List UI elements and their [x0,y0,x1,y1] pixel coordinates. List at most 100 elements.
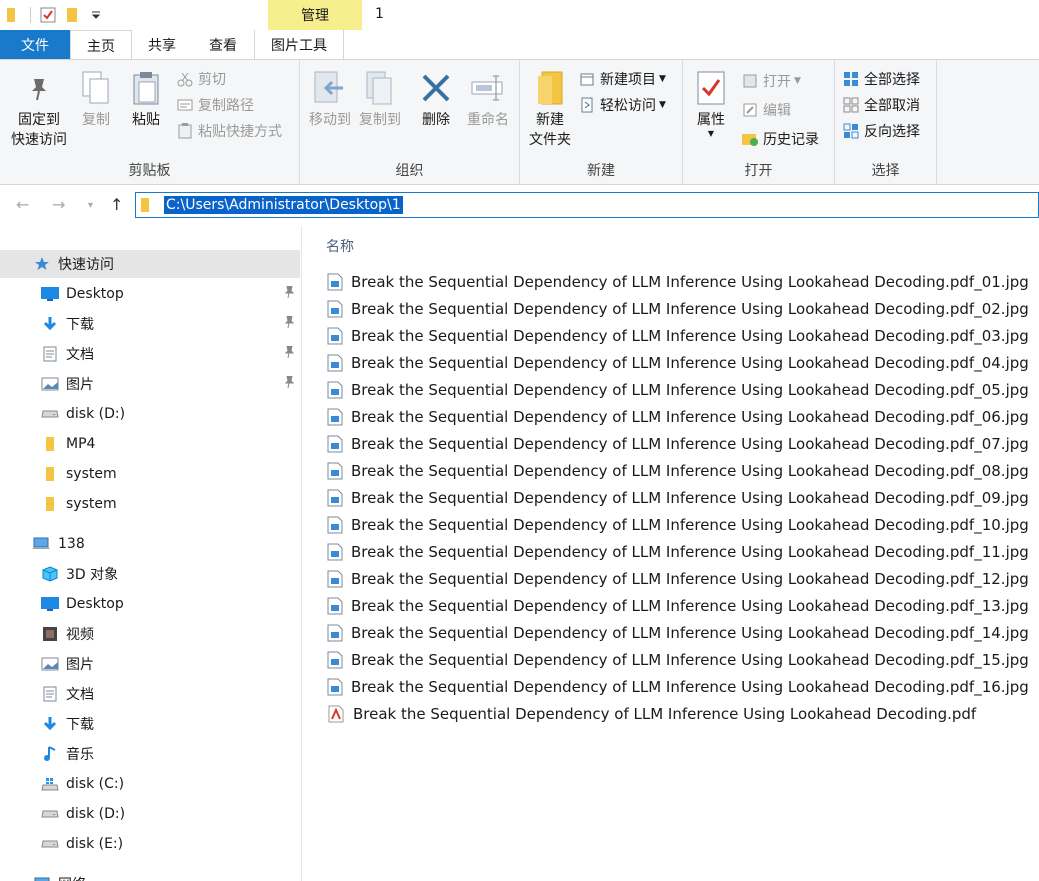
file-row[interactable]: Break the Sequential Dependency of LLM I… [327,592,1029,619]
recent-chevron-icon[interactable]: ▾ [88,200,93,211]
nav-item-downloads[interactable]: 下载 [0,710,300,738]
invert-selection-button[interactable]: 反向选择 [842,119,920,143]
file-row[interactable]: Break the Sequential Dependency of LLM I… [327,268,1029,295]
nav-item-documents[interactable]: 文档 [0,680,300,708]
pin-quick-access-button[interactable]: 固定到 快速访问 [6,68,72,150]
file-name: Break the Sequential Dependency of LLM I… [351,326,1029,345]
address-bar[interactable]: C:\Users\Administrator\Desktop\1 [135,192,1039,218]
file-row[interactable]: Break the Sequential Dependency of LLM I… [327,673,1029,700]
file-row[interactable]: Break the Sequential Dependency of LLM I… [327,511,1029,538]
nav-this-pc[interactable]: 138 [0,530,300,558]
copy-to-button[interactable]: 复制到 [354,68,406,130]
pin-icon[interactable] [284,315,295,332]
pin-icon[interactable] [284,285,295,302]
file-row[interactable]: Break the Sequential Dependency of LLM I… [327,538,1029,565]
nav-item-system[interactable]: system [0,460,300,488]
nav-item-label: 文档 [66,347,94,363]
up-arrow-icon[interactable]: ↑ [110,195,123,214]
pin-icon[interactable] [284,375,295,392]
nav-item-disk-c[interactable]: disk (C:) [0,770,300,798]
history-label: 历史记录 [763,132,819,148]
organize-group-label: 组织 [395,163,424,179]
tab-picture-tools[interactable]: 图片工具 [254,30,344,60]
image-file-icon [327,650,343,670]
nav-item-system[interactable]: system [0,490,300,518]
scissors-icon [176,70,194,88]
copy-icon [76,68,116,108]
cut-button[interactable]: 剪切 [176,67,226,91]
folder-icon[interactable] [0,4,22,26]
new-folder-button[interactable]: 新建 文件夹 [524,68,576,150]
nav-quick-access[interactable]: 快速访问 [0,250,300,278]
file-row[interactable]: Break the Sequential Dependency of LLM I… [327,403,1029,430]
select-none-button[interactable]: 全部取消 [842,93,920,117]
nav-item-downloads[interactable]: 下载 [0,310,300,338]
rename-label: 重命名 [467,112,509,128]
tab-view[interactable]: 查看 [192,30,254,60]
address-path-text[interactable]: C:\Users\Administrator\Desktop\1 [164,196,403,214]
nav-item-documents[interactable]: 文档 [0,340,300,368]
nav-item-videos[interactable]: 视频 [0,620,300,648]
open-button[interactable]: 打开 ▼ [741,69,801,93]
file-name: Break the Sequential Dependency of LLM I… [351,272,1029,291]
paste-shortcut-button[interactable]: 粘贴快捷方式 [176,119,282,143]
nav-item-pictures[interactable]: 图片 [0,650,300,678]
nav-network-label: 网络 [58,874,86,881]
move-to-button[interactable]: 移动到 [304,68,356,130]
file-row[interactable]: Break the Sequential Dependency of LLM I… [327,619,1029,646]
copy-path-button[interactable]: 复制路径 [176,93,254,117]
file-row[interactable]: Break the Sequential Dependency of LLM I… [327,349,1029,376]
customize-dropdown-icon[interactable] [85,4,107,26]
pin-icon[interactable] [284,345,295,362]
nav-item-mp4[interactable]: MP4 [0,430,300,458]
tab-home[interactable]: 主页 [70,30,132,60]
file-row[interactable]: Break the Sequential Dependency of LLM I… [327,484,1029,511]
image-file-icon [327,299,343,319]
column-header-name[interactable]: 名称 [326,236,354,256]
paste-button[interactable]: 粘贴 [126,68,166,130]
file-row[interactable]: Break the Sequential Dependency of LLM I… [327,565,1029,592]
properties-check-icon[interactable] [37,4,59,26]
nav-item-label: MP4 [66,436,96,452]
file-name: Break the Sequential Dependency of LLM I… [353,704,977,723]
rename-button[interactable]: 重命名 [462,68,514,130]
file-row[interactable]: Break the Sequential Dependency of LLM I… [327,646,1029,673]
file-row[interactable]: Break the Sequential Dependency of LLM I… [327,376,1029,403]
nav-item-desktop[interactable]: Desktop [0,280,300,308]
easy-access-button[interactable]: 轻松访问 ▼ [578,93,666,117]
file-row[interactable]: Break the Sequential Dependency of LLM I… [327,457,1029,484]
folder-icon [40,435,60,453]
back-arrow-icon[interactable]: ← [16,195,29,214]
forward-arrow-icon[interactable]: → [52,195,65,214]
nav-item-disk-d[interactable]: disk (D:) [0,800,300,828]
delete-button[interactable]: 删除 [414,68,458,130]
edit-button[interactable]: 编辑 [741,98,791,122]
properties-label: 属性 [697,112,725,128]
nav-item-pictures[interactable]: 图片 [0,370,300,398]
properties-button[interactable]: 属性 ▼ [689,68,733,138]
delete-x-icon [416,68,456,108]
tab-manage-context[interactable]: 管理 [268,0,362,30]
nav-item-disk-e[interactable]: disk (E:) [0,830,300,858]
file-row[interactable]: Break the Sequential Dependency of LLM I… [327,322,1029,349]
paste-shortcut-label: 粘贴快捷方式 [198,124,282,140]
new-item-button[interactable]: 新建项目 ▼ [578,67,666,91]
file-row[interactable]: Break the Sequential Dependency of LLM I… [327,430,1029,457]
download-icon [40,315,60,333]
file-row[interactable]: Break the Sequential Dependency of LLM I… [327,700,1027,727]
history-button[interactable]: 历史记录 [741,127,819,151]
cut-label: 剪切 [198,72,226,88]
new-folder-icon[interactable] [61,4,83,26]
file-row[interactable]: Break the Sequential Dependency of LLM I… [327,295,1029,322]
select-all-button[interactable]: 全部选择 [842,67,920,91]
nav-network[interactable]: 网络 [0,870,300,881]
nav-item-desktop[interactable]: Desktop [0,590,300,618]
copy-to-label: 复制到 [359,112,401,128]
tab-share[interactable]: 共享 [132,30,192,60]
tab-file[interactable]: 文件 [0,30,70,60]
nav-item-3d-objects[interactable]: 3D 对象 [0,560,300,588]
copy-button[interactable]: 复制 [76,68,116,130]
nav-item-disk-d[interactable]: disk (D:) [0,400,300,428]
pictures-icon [40,655,60,673]
nav-item-music[interactable]: 音乐 [0,740,300,768]
